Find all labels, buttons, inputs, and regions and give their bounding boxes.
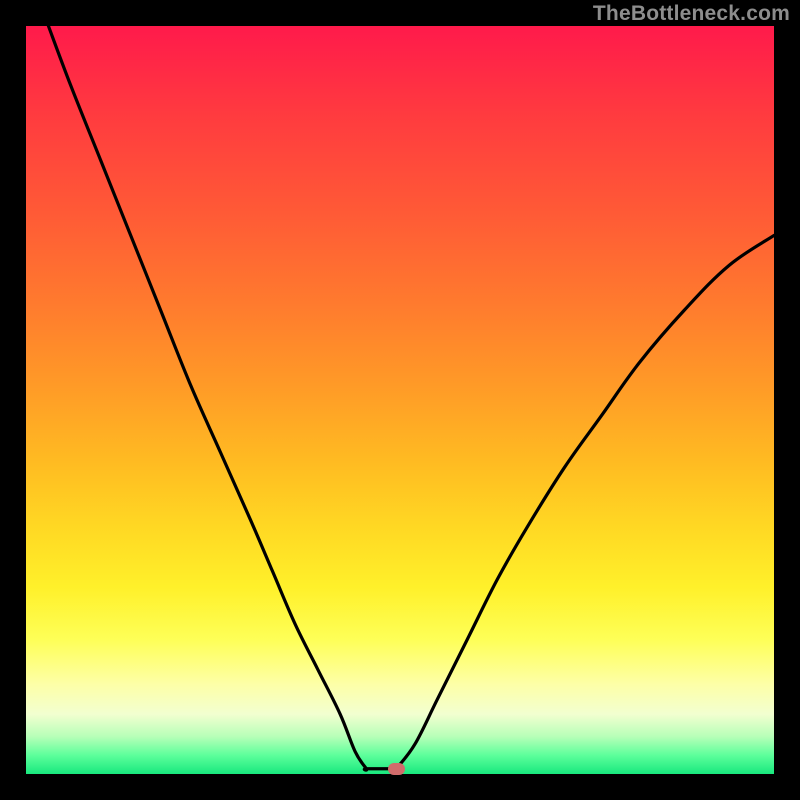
watermark-text: TheBottleneck.com <box>593 2 790 26</box>
chart-frame: TheBottleneck.com <box>0 0 800 800</box>
minimum-marker <box>388 763 405 775</box>
bottleneck-curve <box>26 26 774 774</box>
